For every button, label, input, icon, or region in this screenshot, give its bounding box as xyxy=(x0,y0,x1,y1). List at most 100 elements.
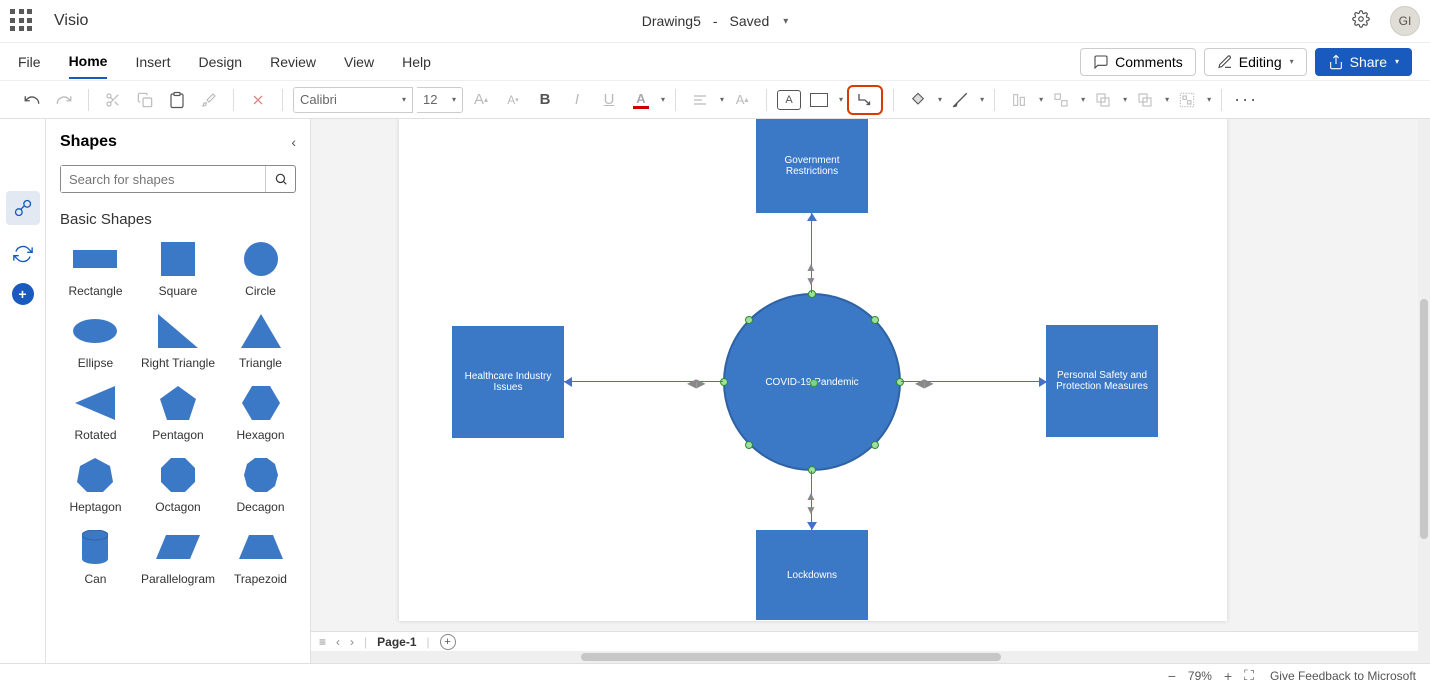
shape-hexagon[interactable]: Hexagon xyxy=(225,386,296,442)
tab-insert[interactable]: Insert xyxy=(135,46,170,78)
italic-button[interactable]: I xyxy=(563,86,591,114)
tab-home[interactable]: Home xyxy=(69,45,108,79)
shape-heptagon[interactable]: Heptagon xyxy=(60,458,131,514)
delete-button[interactable] xyxy=(244,86,272,114)
chevron-down-icon[interactable]: ▾ xyxy=(1207,95,1211,104)
font-name-select[interactable]: Calibri▾ xyxy=(293,87,413,113)
selection-handle[interactable] xyxy=(871,441,879,449)
tab-help[interactable]: Help xyxy=(402,46,431,78)
shape-octagon[interactable]: Octagon xyxy=(141,458,215,514)
grow-font-button[interactable]: A▴ xyxy=(467,86,495,114)
chevron-down-icon[interactable]: ▾ xyxy=(839,95,843,104)
zoom-in-button[interactable]: + xyxy=(1224,668,1232,684)
autoconnect-arrow-icon[interactable]: ◀▶ xyxy=(915,376,933,390)
redo-button[interactable] xyxy=(50,86,78,114)
shape-ellipse[interactable]: Ellipse xyxy=(60,314,131,370)
zoom-out-button[interactable]: − xyxy=(1168,668,1176,684)
selection-handle[interactable] xyxy=(871,316,879,324)
chevron-down-icon[interactable]: ▾ xyxy=(1165,95,1169,104)
font-color-button[interactable]: A xyxy=(627,86,655,114)
shape-trapezoid[interactable]: Trapezoid xyxy=(225,530,296,586)
shape-parallelogram[interactable]: Parallelogram xyxy=(141,530,215,586)
selection-handle[interactable] xyxy=(745,316,753,324)
undo-button[interactable] xyxy=(18,86,46,114)
cut-button[interactable] xyxy=(99,86,127,114)
chevron-down-icon[interactable]: ▾ xyxy=(783,16,788,27)
comments-button[interactable]: Comments xyxy=(1080,48,1196,76)
fit-page-button[interactable]: ⛶ xyxy=(1244,667,1254,684)
chevron-down-icon[interactable]: ▾ xyxy=(980,95,984,104)
horizontal-scrollbar[interactable] xyxy=(311,651,1430,663)
shape-triangle[interactable]: Triangle xyxy=(225,314,296,370)
zoom-level[interactable]: 79% xyxy=(1188,669,1212,683)
node-healthcare[interactable]: Healthcare Industry Issues xyxy=(452,326,564,438)
shape-decagon[interactable]: Decagon xyxy=(225,458,296,514)
group-button[interactable] xyxy=(1173,86,1201,114)
align-button[interactable] xyxy=(686,86,714,114)
send-back-button[interactable] xyxy=(1131,86,1159,114)
add-page-button[interactable]: + xyxy=(440,634,456,650)
next-page-icon[interactable]: › xyxy=(350,635,354,649)
shape-rotated[interactable]: Rotated xyxy=(60,386,131,442)
document-title[interactable]: Drawing5 - Saved ▾ xyxy=(642,13,789,29)
bring-front-button[interactable] xyxy=(1089,86,1117,114)
fill-color-button[interactable] xyxy=(904,86,932,114)
copy-button[interactable] xyxy=(131,86,159,114)
search-input[interactable] xyxy=(61,166,265,192)
tab-design[interactable]: Design xyxy=(198,46,242,78)
refresh-icon[interactable] xyxy=(6,237,40,271)
autoconnect-arrow-icon[interactable]: ▲▼ xyxy=(805,260,817,288)
shape-square[interactable]: Square xyxy=(141,242,215,298)
autoconnect-arrow-icon[interactable]: ◀▶ xyxy=(687,376,705,390)
avatar[interactable]: GI xyxy=(1390,6,1420,36)
editing-button[interactable]: Editing ▾ xyxy=(1204,48,1307,76)
tab-view[interactable]: View xyxy=(344,46,374,78)
chevron-down-icon[interactable]: ▾ xyxy=(1039,95,1043,104)
feedback-link[interactable]: Give Feedback to Microsoft xyxy=(1270,669,1416,683)
search-icon[interactable] xyxy=(265,166,295,192)
shape-rectangle[interactable]: Rectangle xyxy=(60,242,131,298)
page-name[interactable]: Page-1 xyxy=(377,635,416,649)
format-painter-button[interactable] xyxy=(195,86,223,114)
add-icon[interactable]: + xyxy=(12,283,34,305)
selection-handle[interactable] xyxy=(808,466,816,474)
selection-handle[interactable] xyxy=(896,378,904,386)
node-government-restrictions[interactable]: Government Restrictions xyxy=(756,119,868,213)
chevron-down-icon[interactable]: ▾ xyxy=(938,95,942,104)
tab-review[interactable]: Review xyxy=(270,46,316,78)
vertical-scrollbar[interactable] xyxy=(1418,119,1430,663)
gear-icon[interactable] xyxy=(1352,10,1370,33)
chevron-down-icon[interactable]: ▾ xyxy=(1081,95,1085,104)
paste-button[interactable] xyxy=(163,86,191,114)
shape-circle[interactable]: Circle xyxy=(225,242,296,298)
align-objects-button[interactable] xyxy=(1005,86,1033,114)
rectangle-tool-button[interactable] xyxy=(805,86,833,114)
tab-file[interactable]: File xyxy=(18,46,41,78)
position-button[interactable] xyxy=(1047,86,1075,114)
share-button[interactable]: Share ▾ xyxy=(1315,48,1412,76)
more-options-button[interactable]: ··· xyxy=(1232,86,1260,114)
text-tool-button[interactable]: A xyxy=(777,90,801,110)
selection-handle[interactable] xyxy=(720,378,728,386)
chevron-down-icon[interactable]: ▾ xyxy=(661,95,665,104)
app-launcher-icon[interactable] xyxy=(10,9,34,33)
prev-page-icon[interactable]: ‹ xyxy=(336,635,340,649)
bold-button[interactable]: B xyxy=(531,86,559,114)
canvas[interactable]: Government Restrictions Lockdowns Health… xyxy=(311,119,1430,663)
node-personal-safety[interactable]: Personal Safety and Protection Measures xyxy=(1046,325,1158,437)
all-pages-icon[interactable]: ≡ xyxy=(319,635,326,649)
chevron-down-icon[interactable]: ▾ xyxy=(1123,95,1127,104)
shrink-font-button[interactable]: A▾ xyxy=(499,86,527,114)
shapes-library-icon[interactable] xyxy=(6,191,40,225)
shape-can[interactable]: Can xyxy=(60,530,131,586)
subscript-button[interactable]: A▴ xyxy=(728,86,756,114)
drawing-page[interactable]: Government Restrictions Lockdowns Health… xyxy=(399,119,1227,621)
shape-pentagon[interactable]: Pentagon xyxy=(141,386,215,442)
line-color-button[interactable] xyxy=(946,86,974,114)
autoconnect-arrow-icon[interactable]: ▲▼ xyxy=(805,489,817,517)
collapse-icon[interactable]: ‹ xyxy=(291,134,296,150)
underline-button[interactable]: U xyxy=(595,86,623,114)
font-size-select[interactable]: 12▾ xyxy=(417,87,463,113)
connector-tool-button[interactable] xyxy=(847,85,883,115)
chevron-down-icon[interactable]: ▾ xyxy=(720,95,724,104)
